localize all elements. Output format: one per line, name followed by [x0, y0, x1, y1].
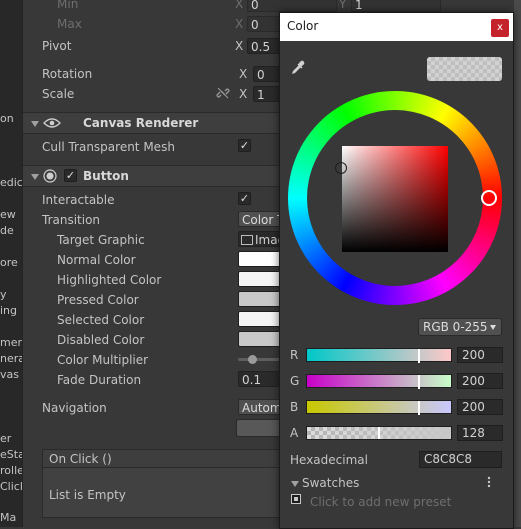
hierarchy-fragment[interactable]: y [0, 288, 7, 301]
on-click-title: On Click () [49, 452, 112, 466]
hierarchy-fragment[interactable]: Ma [0, 511, 16, 524]
eyedropper-icon[interactable] [290, 60, 306, 76]
alpha-channel-label: A [290, 426, 299, 440]
hierarchy-fragment[interactable]: ew [0, 208, 16, 221]
hierarchy-fragment[interactable]: er [0, 432, 11, 445]
close-icon[interactable]: x [491, 19, 509, 37]
red-channel-slider[interactable] [306, 348, 452, 363]
min-y-field[interactable]: 1 [351, 0, 441, 12]
foldout-arrow-icon[interactable] [31, 121, 39, 127]
hierarchy-fragment[interactable]: mer [0, 336, 22, 349]
on-click-header: On Click () [42, 449, 302, 468]
hierarchy-fragment[interactable]: ing [0, 304, 17, 317]
axis-y-label: Y [339, 0, 347, 11]
interactable-label: Interactable [42, 193, 115, 207]
green-channel-label: G [290, 374, 300, 388]
constrain-proportions-icon[interactable] [216, 86, 230, 100]
red-channel-value[interactable]: 200 [457, 347, 503, 363]
red-slider-handle[interactable] [418, 349, 420, 363]
alpha-slider-handle[interactable] [378, 427, 380, 439]
color-mode-dropdown[interactable]: RGB 0-255 [418, 318, 502, 336]
min-x-field[interactable]: 0 [247, 0, 337, 12]
current-color-preview [427, 57, 502, 81]
blue-channel-slider[interactable] [306, 400, 452, 415]
fade-duration-label: Fade Duration [57, 373, 142, 387]
swatch-preset-inner [294, 497, 298, 501]
axis-x-label: X [235, 0, 244, 11]
button-component-icon [43, 169, 57, 183]
hierarchy-fragment[interactable]: nera [0, 352, 22, 365]
foldout-arrow-icon[interactable] [31, 174, 39, 180]
color-multiplier-slider-handle[interactable] [248, 355, 257, 364]
color-picker-window: Color x RGB 0-255 R 200 G 200 B 200 A 12… [279, 12, 514, 529]
hue-wheel-handle[interactable] [481, 190, 497, 206]
axis-x-label: X [235, 17, 244, 31]
min-label: Min [57, 0, 79, 11]
swatches-label[interactable]: Swatches [302, 476, 359, 490]
color-window-titlebar[interactable]: Color x [280, 13, 513, 41]
axis-x-label: X [235, 39, 244, 53]
add-preset-text[interactable]: Click to add new preset [310, 495, 451, 509]
button-component-title: Button [83, 169, 129, 183]
inspector-right-edge [514, 0, 521, 527]
blue-slider-handle[interactable] [418, 401, 420, 415]
cull-transparent-mesh-label: Cull Transparent Mesh [42, 140, 175, 154]
hierarchy-fragment[interactable]: eSta [0, 448, 22, 461]
green-channel-value[interactable]: 200 [457, 373, 503, 389]
saturation-value-square[interactable] [342, 146, 448, 252]
green-slider-handle[interactable] [418, 375, 420, 389]
transition-label: Transition [42, 213, 101, 227]
current-color-overlay [427, 57, 502, 81]
pivot-label: Pivot [42, 39, 72, 53]
hierarchy-fragment[interactable]: de [0, 224, 14, 237]
highlighted-color-label: Highlighted Color [57, 273, 162, 287]
hierarchy-fragment[interactable]: edic [0, 176, 22, 189]
hierarchy-fragment[interactable]: ore [0, 256, 18, 269]
hierarchy-fragment[interactable]: on [0, 112, 14, 125]
hierarchy-fragment[interactable]: Click [0, 480, 22, 493]
hierarchy-fragment[interactable]: rolle [0, 464, 22, 477]
selected-color-label: Selected Color [57, 313, 145, 327]
cull-transparent-mesh-checkbox[interactable]: ✓ [238, 139, 251, 152]
button-enabled-checkbox[interactable]: ✓ [64, 169, 77, 182]
green-channel-slider[interactable] [306, 374, 452, 389]
rotation-label: Rotation [42, 67, 93, 81]
target-graphic-label: Target Graphic [57, 233, 145, 247]
image-component-icon [241, 235, 253, 245]
hierarchy-panel-strip: on edic ew de ore y ing mer nera vas er … [0, 0, 23, 527]
canvas-renderer-title: Canvas Renderer [83, 116, 199, 130]
blue-channel-value[interactable]: 200 [457, 399, 503, 415]
navigation-label: Navigation [42, 401, 107, 415]
swatches-foldout-arrow-icon[interactable] [291, 481, 299, 487]
red-channel-label: R [290, 348, 299, 362]
on-click-list: List is Empty [42, 468, 302, 518]
alpha-channel-value[interactable]: 128 [457, 425, 503, 441]
hexadecimal-label: Hexadecimal [290, 453, 368, 467]
hexadecimal-field[interactable]: C8C8C8 [419, 451, 502, 468]
eye-icon [43, 116, 61, 130]
color-window-title: Color [287, 19, 319, 33]
kebab-menu-icon[interactable] [487, 476, 491, 488]
axis-x-label: X [239, 87, 248, 101]
pressed-color-label: Pressed Color [57, 293, 139, 307]
disabled-color-label: Disabled Color [57, 333, 145, 347]
color-multiplier-label: Color Multiplier [57, 353, 149, 367]
color-mode-label: RGB 0-255 [423, 320, 488, 334]
scale-label: Scale [42, 87, 75, 101]
hierarchy-fragment[interactable]: vas [0, 368, 19, 381]
blue-channel-label: B [290, 400, 299, 414]
axis-x-label: X [239, 67, 248, 81]
max-label: Max [57, 17, 82, 31]
interactable-checkbox[interactable]: ✓ [238, 192, 251, 205]
list-empty-text: List is Empty [49, 488, 126, 502]
swatch-preset-icon[interactable] [291, 494, 301, 504]
saturation-value-handle[interactable] [335, 162, 347, 174]
alpha-channel-slider[interactable] [306, 426, 452, 440]
normal-color-label: Normal Color [57, 253, 136, 267]
dropdown-arrow-icon [490, 325, 496, 330]
